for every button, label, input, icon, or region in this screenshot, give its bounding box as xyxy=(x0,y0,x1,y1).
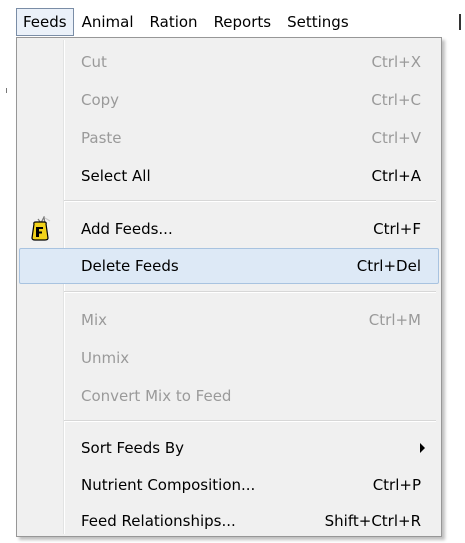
menu-settings[interactable]: Settings xyxy=(279,9,357,35)
menu-reports[interactable]: Reports xyxy=(206,9,280,35)
cut-label: Cut xyxy=(81,53,107,71)
copy-label: Copy xyxy=(81,91,120,109)
menu-separator xyxy=(64,291,436,293)
menu-separator xyxy=(64,200,436,202)
convert-mix-label: Convert Mix to Feed xyxy=(81,387,232,405)
select-all-label: Select All xyxy=(81,167,151,185)
menu-item-mix[interactable]: Mix Ctrl+M xyxy=(19,302,439,338)
delete-feeds-shortcut: Ctrl+Del xyxy=(356,257,421,275)
cut-shortcut: Ctrl+X xyxy=(371,53,421,71)
menubar-overflow-edge xyxy=(459,14,461,30)
sort-feeds-label: Sort Feeds By xyxy=(81,439,185,457)
menu-item-convert-mix-to-feed[interactable]: Convert Mix to Feed xyxy=(19,378,439,414)
menu-animal[interactable]: Animal xyxy=(74,9,142,35)
unmix-label: Unmix xyxy=(81,349,130,367)
delete-feeds-label: Delete Feeds xyxy=(81,257,179,275)
select-all-shortcut: Ctrl+A xyxy=(371,167,421,185)
add-feeds-shortcut: Ctrl+F xyxy=(373,220,421,238)
paste-shortcut: Ctrl+V xyxy=(371,129,421,147)
menu-item-unmix[interactable]: Unmix xyxy=(19,340,439,376)
feed-relationships-label: Feed Relationships... xyxy=(81,512,236,530)
submenu-arrow-icon xyxy=(420,443,425,453)
menu-item-delete-feeds[interactable]: Delete Feeds Ctrl+Del xyxy=(19,248,439,284)
menu-feeds[interactable]: Feeds xyxy=(16,8,74,36)
add-feeds-label: Add Feeds... xyxy=(81,220,173,238)
window-edge-mark xyxy=(6,88,7,93)
copy-shortcut: Ctrl+C xyxy=(371,91,421,109)
mix-label: Mix xyxy=(81,311,107,329)
menu-item-feed-relationships[interactable]: Feed Relationships... Shift+Ctrl+R xyxy=(19,503,439,539)
menu-item-nutrient-composition[interactable]: Nutrient Composition... Ctrl+P xyxy=(19,467,439,503)
feed-bag-icon xyxy=(31,216,51,241)
feed-relationships-shortcut: Shift+Ctrl+R xyxy=(324,512,421,530)
menu-item-cut[interactable]: Cut Ctrl+X xyxy=(19,44,439,80)
menu-item-sort-feeds-by[interactable]: Sort Feeds By xyxy=(19,430,439,466)
menu-item-paste[interactable]: Paste Ctrl+V xyxy=(19,120,439,156)
menu-item-copy[interactable]: Copy Ctrl+C xyxy=(19,82,439,118)
nutrient-composition-shortcut: Ctrl+P xyxy=(372,476,421,494)
menu-item-add-feeds[interactable]: Add Feeds... Ctrl+F xyxy=(19,211,439,247)
menu-item-select-all[interactable]: Select All Ctrl+A xyxy=(19,158,439,194)
menu-ration[interactable]: Ration xyxy=(142,9,206,35)
nutrient-composition-label: Nutrient Composition... xyxy=(81,476,256,494)
menu-separator xyxy=(64,420,436,422)
feeds-dropdown-menu: Cut Ctrl+X Copy Ctrl+C Paste Ctrl+V Sele… xyxy=(16,37,442,537)
paste-label: Paste xyxy=(81,129,122,147)
menu-bar: Feeds Animal Ration Reports Settings xyxy=(0,0,465,38)
mix-shortcut: Ctrl+M xyxy=(368,311,421,329)
